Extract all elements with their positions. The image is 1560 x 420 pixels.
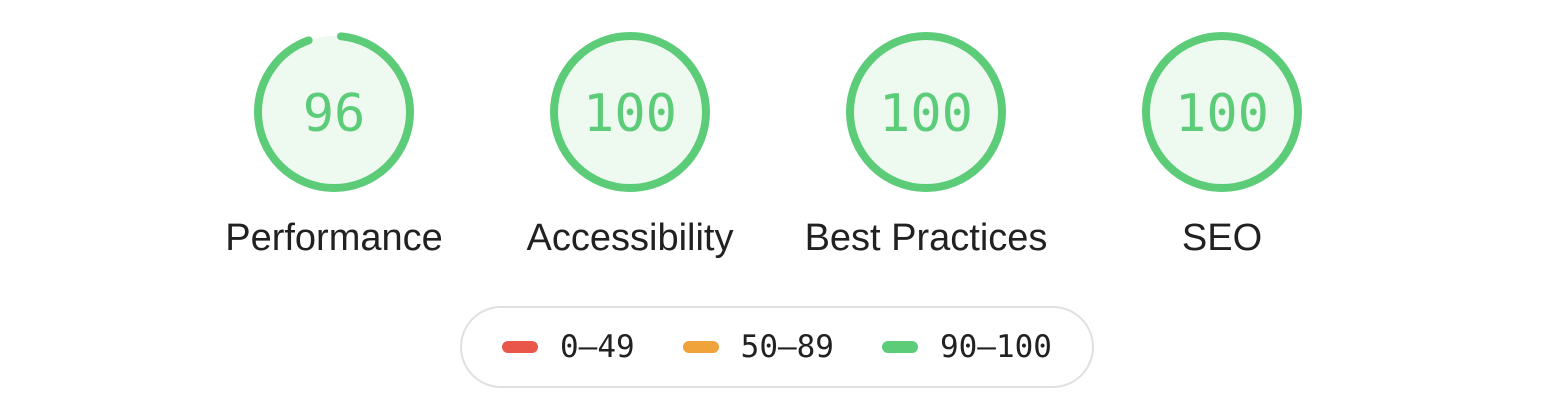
legend-range: 90–100 (939, 329, 1052, 365)
gauge-label: Best Practices (804, 217, 1048, 259)
legend-item-fail: 0–49 (502, 327, 635, 367)
gauge-accessibility[interactable]: 100 Accessibility (500, 30, 760, 270)
gauge-performance[interactable]: 96 Performance (204, 30, 464, 270)
average-swatch (682, 341, 719, 353)
gauge-score: 96 (302, 84, 366, 144)
legend-item-pass: 90–100 (881, 327, 1052, 367)
gauge-seo[interactable]: 100 SEO (1092, 30, 1352, 270)
legend-range: 50–89 (740, 329, 834, 365)
gauge-score: 100 (1175, 84, 1269, 144)
lighthouse-scores-summary: 96 Performance 100 Accessibility 100 Bes… (0, 0, 1560, 420)
legend-range: 0–49 (560, 329, 635, 365)
gauge-label: SEO (1181, 217, 1263, 259)
gauge-score: 100 (583, 84, 677, 144)
gauge-label: Accessibility (526, 217, 734, 259)
score-scale-legend: 0–49 50–89 90–100 (460, 306, 1094, 388)
gauge-label: Performance (225, 217, 443, 259)
fail-swatch (502, 341, 538, 353)
pass-swatch (881, 341, 918, 353)
legend-item-average: 50–89 (682, 327, 834, 367)
gauge-score: 100 (879, 84, 973, 144)
gauge-best-practices[interactable]: 100 Best Practices (796, 30, 1056, 270)
